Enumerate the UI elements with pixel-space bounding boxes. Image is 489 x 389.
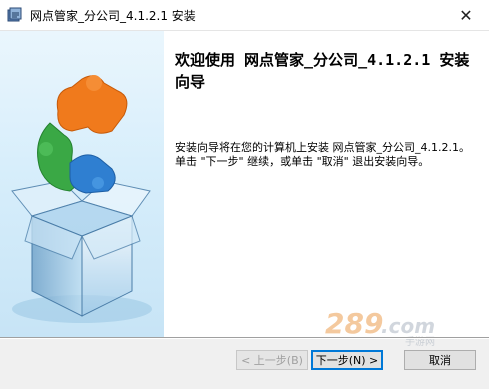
next-button[interactable]: 下一步(N) > bbox=[311, 350, 383, 370]
close-icon: ✕ bbox=[459, 5, 473, 25]
wizard-content: 欢迎使用 网点管家_分公司_4.1.2.1 安装向导 安装向导将在您的计算机上安… bbox=[164, 31, 489, 337]
close-button[interactable]: ✕ bbox=[443, 0, 489, 30]
cancel-button[interactable]: 取消 bbox=[404, 350, 476, 370]
welcome-heading: 欢迎使用 网点管家_分公司_4.1.2.1 安装向导 bbox=[175, 51, 470, 91]
svg-text:289: 289 bbox=[325, 307, 383, 340]
wizard-side-banner bbox=[0, 31, 164, 337]
wizard-description: 安装向导将在您的计算机上安装 网点管家_分公司_4.1.2.1。单击 "下一步"… bbox=[175, 141, 470, 168]
svg-text:.com: .com bbox=[381, 314, 435, 338]
puzzle-box-illustration bbox=[11, 75, 152, 323]
back-button[interactable]: < 上一步(B) bbox=[236, 350, 308, 370]
watermark-logo: 289 .com 手游网 bbox=[325, 307, 435, 347]
window-title: 网点管家_分公司_4.1.2.1 安装 bbox=[30, 9, 196, 23]
title-bar: 网点管家_分公司_4.1.2.1 安装 ✕ bbox=[0, 0, 489, 31]
installer-app-icon bbox=[7, 7, 22, 22]
